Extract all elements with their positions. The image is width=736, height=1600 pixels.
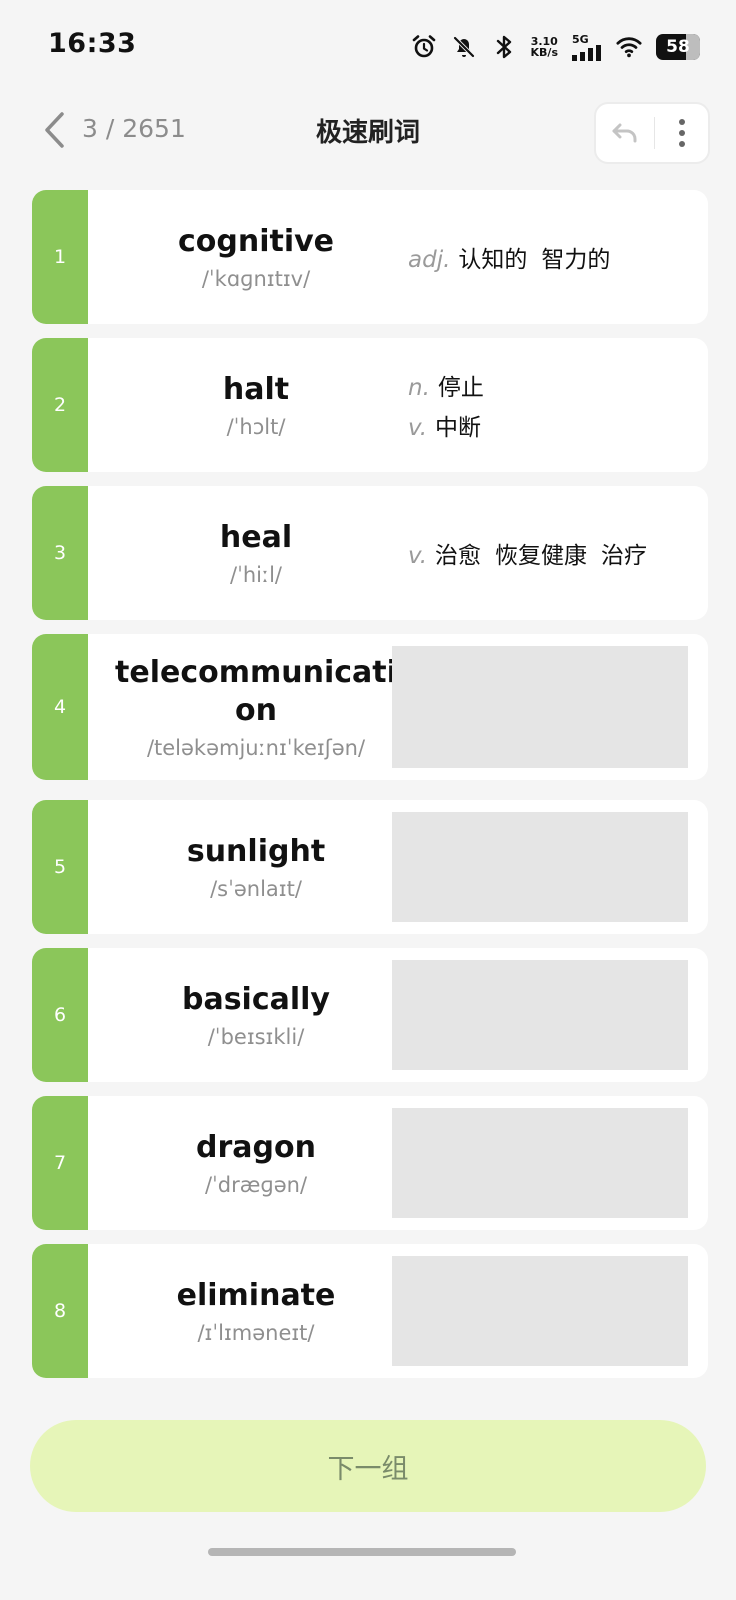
word-card[interactable]: 8 eliminate/ɪˈlɪməneɪt/ [32,1244,708,1378]
hidden-definition-mask[interactable] [392,812,688,922]
word-index: 7 [32,1096,88,1230]
network-type: 5G [572,32,589,46]
home-indicator[interactable] [208,1548,516,1556]
word-card[interactable]: 1 cognitive/ˈkɑɡnɪtɪv/adj. 认知的 智力的 [32,190,708,324]
battery-level: 58 [666,37,690,57]
word-index: 2 [32,338,88,472]
alarm-icon [411,34,437,60]
part-of-speech: v. [408,543,428,569]
toolbar-pill [594,102,710,164]
status-time: 16:33 [48,28,137,59]
word-text: halt [222,372,290,407]
part-of-speech: v. [408,415,428,441]
word-card[interactable]: 7 dragon/ˈdræɡən/ [32,1096,708,1230]
chevron-left-icon [45,112,64,148]
status-bar: 16:33 3.10 KB/s 5G 58 [0,0,736,90]
definition-area[interactable]: adj. 认知的 智力的 [408,190,692,324]
word-text: telecommunication [115,655,397,728]
page-title: 极速刷词 [315,118,420,148]
back-button[interactable] [38,110,70,150]
word-info: heal/ˈhiːl/ [96,486,416,620]
more-vertical-icon [678,119,685,147]
wifi-icon [616,34,642,60]
word-phonetic: /ˈdræɡən/ [204,1173,308,1197]
network-speed: 3.10 KB/s [530,35,558,59]
word-index: 3 [32,486,88,620]
next-group-label: 下一组 [327,1453,409,1485]
definition-line: adj. 认知的 智力的 [408,240,692,274]
word-phonetic: /ˈhiːl/ [230,563,282,587]
hidden-definition-mask[interactable] [392,1108,688,1218]
word-card[interactable]: 4 telecommunication/teləkəmjuːnɪˈkeɪʃən/ [32,634,708,780]
meaning-text: 认知的 [458,247,528,273]
word-text: cognitive [177,224,335,259]
word-phonetic: /ˈkɑɡnɪtɪv/ [201,267,311,291]
undo-icon [612,123,637,143]
progress-counter: 3 / 2651 [82,114,186,143]
meaning-text: 智力的 [541,247,611,273]
word-card[interactable]: 5 sunlight/sˈənlaɪt/ [32,800,708,934]
hidden-definition-mask[interactable] [392,960,688,1070]
word-index: 6 [32,948,88,1082]
signal-icon: 5G [572,34,602,61]
status-icons: 3.10 KB/s 5G 58 [411,30,700,64]
word-phonetic: /sˈənlaɪt/ [210,877,302,901]
definition-line: n. 停止 [408,368,692,402]
more-options-button[interactable] [655,104,708,162]
word-phonetic: /ɪˈlɪməneɪt/ [197,1321,315,1345]
word-info: eliminate/ɪˈlɪməneɪt/ [96,1244,416,1378]
definition-area[interactable]: n. 停止 v. 中断 [408,338,692,472]
word-info: dragon/ˈdræɡən/ [96,1096,416,1230]
word-phonetic: /teləkəmjuːnɪˈkeɪʃən/ [146,736,366,760]
word-card[interactable]: 6 basically/ˈbeɪsɪkli/ [32,948,708,1082]
word-index: 1 [32,190,88,324]
part-of-speech: n. [408,375,430,401]
word-phonetic: /ˈbeɪsɪkli/ [207,1025,305,1049]
definition-area[interactable]: v. 治愈 恢复健康 治疗 [408,486,692,620]
bluetooth-icon [491,34,517,60]
word-info: sunlight/sˈənlaɪt/ [96,800,416,934]
undo-button[interactable] [596,104,654,162]
word-card[interactable]: 2 halt/ˈhɔlt/n. 停止 v. 中断 [32,338,708,472]
definition-line: v. 治愈 恢复健康 治疗 [408,536,692,570]
word-index: 4 [32,634,88,780]
word-info: cognitive/ˈkɑɡnɪtɪv/ [96,190,416,324]
word-phonetic: /ˈhɔlt/ [226,415,286,439]
hidden-definition-mask[interactable] [392,1256,688,1366]
word-info: halt/ˈhɔlt/ [96,338,416,472]
battery-icon: 58 [656,34,700,60]
word-card[interactable]: 3 heal/ˈhiːl/v. 治愈 恢复健康 治疗 [32,486,708,620]
header: 3 / 2651 极速刷词 [0,96,736,166]
next-group-button[interactable]: 下一组 [30,1420,706,1512]
hidden-definition-mask[interactable] [392,646,688,768]
word-index: 8 [32,1244,88,1378]
word-text: dragon [196,1130,316,1165]
part-of-speech: adj. [408,247,451,273]
word-text: basically [181,982,330,1017]
word-text: eliminate [176,1278,336,1313]
meaning-text: 治愈 [435,543,482,569]
word-text: sunlight [186,834,326,869]
meaning-text: 治疗 [601,543,648,569]
meaning-text: 停止 [437,375,484,401]
bell-off-icon [451,34,477,60]
word-info: telecommunication/teləkəmjuːnɪˈkeɪʃən/ [96,634,416,780]
definition-line: v. 中断 [408,408,692,442]
meaning-text: 中断 [435,415,482,441]
word-text: heal [219,520,293,555]
meaning-text: 恢复健康 [495,543,588,569]
word-index: 5 [32,800,88,934]
word-info: basically/ˈbeɪsɪkli/ [96,948,416,1082]
